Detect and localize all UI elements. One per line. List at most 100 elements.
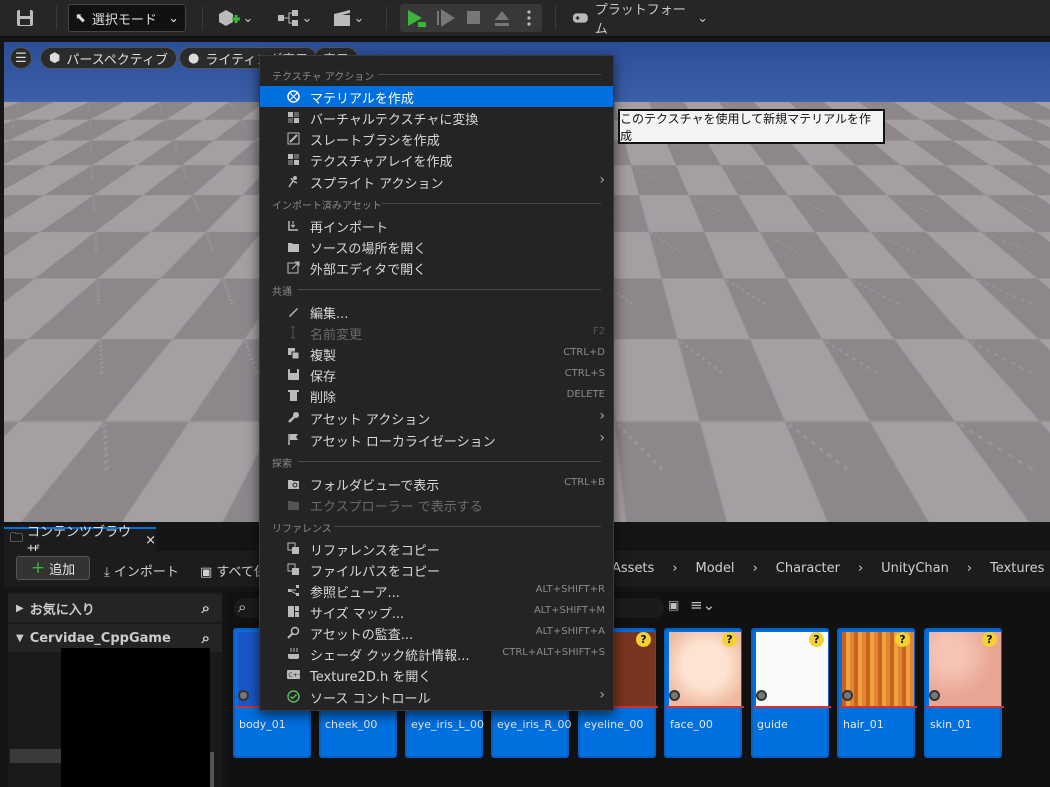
hamburger-icon: ☰ [15,50,27,66]
menu-reimport[interactable]: 再インポート [260,215,613,236]
menu-open-texture2d-header[interactable]: C++ Texture2D.h を開く [260,664,613,685]
menu-sprite-actions[interactable]: スプライト アクション › [260,171,613,192]
perspective-button[interactable]: ⬢ パースペクティブ [40,47,178,69]
menu-reference-viewer[interactable]: 参照ビューア... ALT+SHIFT+R [260,580,613,601]
menu-open-external-editor[interactable]: 外部エディタで開く [260,257,613,278]
save-all-button[interactable]: ▣ すべて保 [200,561,267,580]
asset-name: cheek_00 [325,718,378,731]
question-icon: ? [722,632,737,647]
import-label: インポート [113,565,179,580]
type-indicator [753,706,831,708]
asset-tile-skin[interactable]: ? skin_01 [924,628,1004,758]
pencil-icon [289,308,298,317]
chevron-right-icon: ▶ [16,602,24,614]
add-button[interactable]: + 追加 [16,556,90,580]
asset-context-menu: テクスチャ アクション マテリアルを作成 バーチャルテクスチャに変換 スレートブ… [259,55,614,711]
menu-copy-reference[interactable]: リファレンスをコピー [260,538,613,559]
menu-save[interactable]: 保存 CTRL+S [260,364,613,385]
viewport-menu-button[interactable]: ☰ [10,47,32,69]
question-icon: ? [982,632,997,647]
save-icon[interactable] [10,4,40,32]
menu-edit[interactable]: 編集... [260,301,613,322]
search-icon[interactable]: ⌕ [202,599,210,617]
asset-tile-face[interactable]: ? face_00 [664,628,744,758]
menu-create-texture-array[interactable]: テクスチャアレイを作成 [260,149,613,170]
save-search-icon[interactable]: ▣ [668,598,679,612]
import-button[interactable]: ⤓ インポート [104,561,179,580]
section-imported-assets: インポート済みアセット [272,201,382,212]
chevron-down-icon: ⌄ [353,10,365,26]
menu-open-source-location[interactable]: ソースの場所を開く [260,236,613,257]
platforms-dropdown[interactable]: プラットフォーム ⌄ [568,3,708,37]
chevron-down-icon: ⌄ [168,10,179,26]
menu-copy-file-path[interactable]: ファイルパスをコピー [260,559,613,580]
gear-icon [669,690,680,701]
check-circle-icon [287,690,300,703]
scrollbar[interactable] [210,752,214,787]
menu-shader-cook-stats[interactable]: シェーダ クック統計情報... CTRL+ALT+SHIFT+S [260,643,613,664]
asset-name: guide [757,718,788,731]
chevron-right-icon: › [966,561,973,576]
menu-convert-virtual-texture[interactable]: バーチャルテクスチャに変換 [260,107,613,128]
project-label: Cervidae_CppGame [29,630,171,646]
wrench-icon [288,412,299,423]
favorites-header[interactable]: ▶ お気に入り ⌕ [8,594,222,622]
menu-audit-assets[interactable]: アセットの監査... ALT+SHIFT+A [260,622,613,643]
mode-label: 選択モード [91,12,157,28]
folder-icon: 🗀 [10,531,24,546]
breadcrumb: Assets › Model › Character › UnityChan › Tex… [612,561,1044,576]
breadcrumb-character[interactable]: Character [776,561,840,576]
create-material-tooltip: このテクスチャを使用して新規マテリアルを作成 [618,109,885,144]
folder-tree-area [61,648,210,787]
breadcrumb-textures[interactable]: Textures [990,561,1044,576]
content-browser-tab[interactable]: 🗀 コンテンツブラウザ × [4,525,156,559]
rename-icon [291,326,295,339]
play-controls [400,4,542,32]
menu-source-control[interactable]: ソース コントロール › [260,686,613,707]
asset-name: face_00 [670,718,713,731]
cinematics-button[interactable]: ⌄ [328,4,368,32]
reimport-icon [288,221,298,231]
gear-icon [842,690,853,701]
breadcrumb-unitychan[interactable]: UnityChan [881,561,949,576]
asset-tile-hair[interactable]: ? hair_01 [837,628,917,758]
sources-panel: ▶ お気に入り ⌕ ▼ Cervidae_CppGame ⌕ [8,592,222,787]
mode-dropdown[interactable]: ⬉ 選択モード ⌄ [68,4,186,32]
asset-tile-guide[interactable]: ? guide [751,628,831,758]
plus-icon: + [30,557,46,578]
question-icon: ? [809,632,824,647]
main-toolbar: ⬉ 選択モード ⌄ ⌄ ⌄ ⌄ プラットフォーム ⌄ [0,0,1050,38]
menu-create-material[interactable]: マテリアルを作成 [260,86,613,107]
menu-size-map[interactable]: サイズ マップ... ALT+SHIFT+M [260,601,613,622]
chevron-right-icon: › [599,408,605,424]
asset-name: eye_iris_R_00 [497,718,572,731]
folder-icon [288,243,299,252]
chevron-right-icon: › [752,561,758,576]
breadcrumb-assets[interactable]: Assets [612,561,654,576]
checker-icon [288,154,299,165]
folder-row-highlight[interactable] [10,749,61,763]
save-icon [288,369,299,380]
brush-icon [287,132,300,145]
menu-show-in-folder-view[interactable]: フォルダビューで表示 CTRL+B [260,473,613,494]
menu-create-slate-brush[interactable]: スレートブラシを作成 [260,128,613,149]
breadcrumb-model[interactable]: Model [696,561,735,576]
cube-icon: ⬢ [49,50,61,66]
search-icon: ⌕ [238,598,247,616]
close-icon[interactable]: × [145,533,156,548]
chevron-right-icon: › [599,430,605,446]
menu-asset-actions[interactable]: アセット アクション › [260,407,613,428]
menu-delete[interactable]: 削除 DELETE [260,385,613,406]
blueprint-button[interactable]: ⌄ [272,4,316,32]
chevron-down-icon: ⌄ [242,10,254,26]
menu-duplicate[interactable]: 複製 CTRL+D [260,343,613,364]
filter-icon[interactable]: ≡⌄ [690,596,715,614]
section-explore: 探索 [272,459,292,470]
asset-name: eye_iris_L_00 [411,718,485,731]
add-actor-button[interactable]: ⌄ [214,4,256,32]
menu-asset-localization[interactable]: アセット ローカライゼーション › [260,429,613,450]
tooltip-text: このテクスチャを使用して新規マテリアルを作成 [620,111,872,143]
perspective-label: パースペクティブ [66,52,169,68]
search-icon[interactable]: ⌕ [202,629,210,647]
favorites-label: お気に入り [29,602,95,618]
